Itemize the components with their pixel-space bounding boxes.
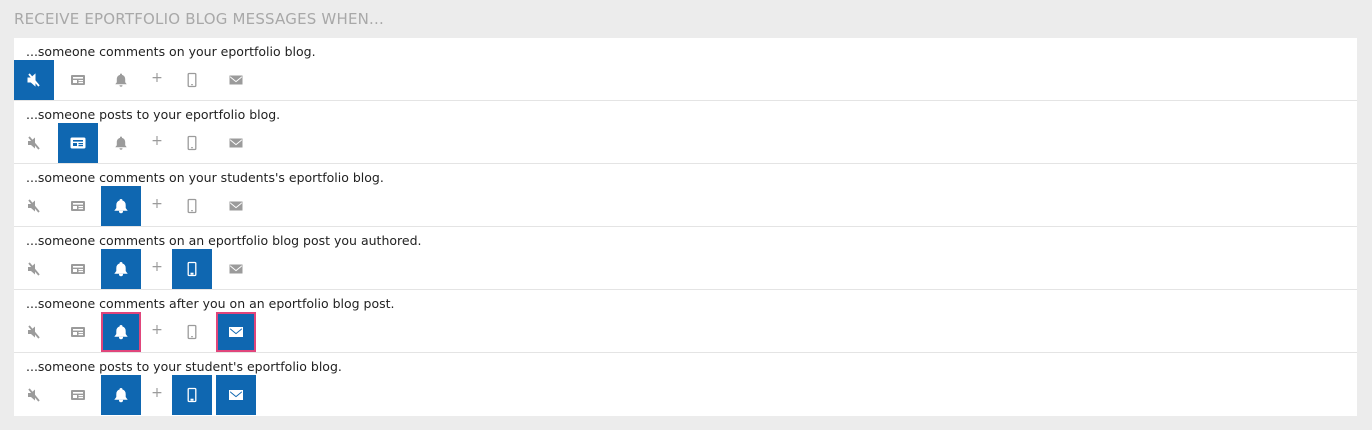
mobile-option-button[interactable] [172,375,212,415]
plus-separator: + [151,322,163,338]
plus-separator: + [151,259,163,275]
digest-option-button[interactable] [58,60,98,100]
mute-icon [27,73,40,87]
email-option-button[interactable] [216,312,256,352]
bell-icon [114,387,128,403]
mute-icon [28,262,40,276]
email-icon [229,390,243,400]
digest-icon [71,201,85,211]
digest-option-button[interactable] [58,249,98,289]
email-icon [229,138,243,148]
row-label: ...someone comments on your students's e… [26,170,384,185]
notification-row-3: ...someone comments on your students's e… [14,164,1357,227]
mute-icon [28,199,40,213]
mobile-option-button[interactable] [172,186,212,226]
mute-icon [28,388,40,402]
email-option-button[interactable] [216,60,256,100]
email-icon [229,327,243,337]
notification-option-button[interactable] [101,186,141,226]
notification-row-5: ...someone comments after you on an epor… [14,290,1357,353]
notification-row-2: ...someone posts to your eportfolio blog… [14,101,1357,164]
mute-option-button[interactable] [14,312,54,352]
digest-option-button[interactable] [58,375,98,415]
digest-icon [71,264,85,274]
bell-icon [115,136,127,150]
digest-icon [70,137,86,149]
digest-option-button[interactable] [58,123,98,163]
row-label: ...someone comments on an eportfolio blo… [26,233,422,248]
plus-separator: + [151,133,163,149]
mute-option-button[interactable] [14,375,54,415]
email-option-button[interactable] [216,375,256,415]
mobile-option-button[interactable] [172,312,212,352]
mobile-icon [187,135,197,151]
mobile-option-button[interactable] [172,123,212,163]
mute-option-button[interactable] [14,123,54,163]
mobile-icon [187,198,197,214]
plus-separator: + [151,385,163,401]
plus-separator: + [151,196,163,212]
mute-icon [28,325,40,339]
mobile-icon [187,387,197,403]
mobile-option-button[interactable] [172,60,212,100]
notification-row-4: ...someone comments on an eportfolio blo… [14,227,1357,290]
email-option-button[interactable] [216,249,256,289]
notification-settings-panel: ...someone comments on your eportfolio b… [14,38,1357,416]
notification-option-button[interactable] [101,312,141,352]
row-label: ...someone posts to your eportfolio blog… [26,107,281,122]
notification-row-1: ...someone comments on your eportfolio b… [14,38,1357,101]
email-icon [229,264,243,274]
section-title: RECEIVE EPORTFOLIO BLOG MESSAGES WHEN... [14,10,384,28]
notification-option-button[interactable] [101,375,141,415]
notification-option-button[interactable] [101,249,141,289]
bell-icon [114,198,128,214]
digest-option-button[interactable] [58,312,98,352]
digest-icon [71,75,85,85]
notification-option-button[interactable] [101,123,141,163]
email-option-button[interactable] [216,123,256,163]
mute-option-button[interactable] [14,60,54,100]
bell-icon [114,324,128,340]
email-icon [229,75,243,85]
mobile-icon [187,72,197,88]
mobile-option-button[interactable] [172,249,212,289]
plus-separator: + [151,70,163,86]
email-icon [229,201,243,211]
bell-icon [114,261,128,277]
row-label: ...someone comments after you on an epor… [26,296,395,311]
row-label: ...someone comments on your eportfolio b… [26,44,316,59]
mute-option-button[interactable] [14,249,54,289]
digest-icon [71,390,85,400]
mute-option-button[interactable] [14,186,54,226]
digest-icon [71,327,85,337]
notification-row-6: ...someone posts to your student's eport… [14,353,1357,416]
digest-option-button[interactable] [58,186,98,226]
mute-icon [28,136,40,150]
mobile-icon [187,261,197,277]
email-option-button[interactable] [216,186,256,226]
bell-icon [115,73,127,87]
row-label: ...someone posts to your student's eport… [26,359,342,374]
mobile-icon [187,324,197,340]
notification-option-button[interactable] [101,60,141,100]
